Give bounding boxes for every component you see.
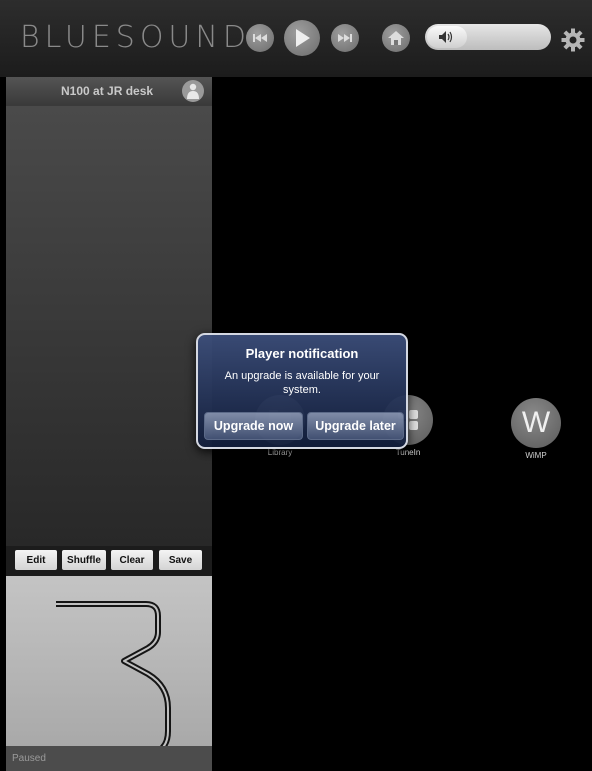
bluesound-logo: BLUESOUND® (20, 22, 259, 54)
home-icon (388, 31, 404, 45)
play-icon (296, 29, 310, 47)
zone-name: N100 at JR desk (61, 84, 154, 98)
zone-person-icon[interactable] (182, 80, 204, 102)
sidebar: N100 at JR desk Edit Shuffle Clear Save … (6, 77, 212, 771)
previous-icon (253, 34, 267, 42)
home-button[interactable] (382, 24, 410, 52)
volume-slider[interactable] (425, 24, 551, 50)
upgrade-later-button[interactable]: Upgrade later (307, 412, 404, 440)
upgrade-now-button[interactable]: Upgrade now (204, 412, 303, 440)
status-bar: Paused (6, 746, 212, 771)
queue-toolbar: Edit Shuffle Clear Save (6, 546, 212, 576)
bluesound-b-logo (56, 601, 171, 746)
clear-button[interactable]: Clear (111, 550, 153, 570)
next-button[interactable] (331, 24, 359, 52)
volume-knob[interactable] (427, 26, 467, 48)
top-bar: BLUESOUND® (0, 0, 592, 77)
edit-button[interactable]: Edit (15, 550, 57, 570)
play-button[interactable] (284, 20, 320, 56)
logo-text: BLUESOUND (20, 20, 251, 55)
wimp-icon: W (511, 398, 561, 448)
wimp-glyph: W (521, 406, 551, 439)
dialog-title: Player notification (245, 346, 359, 361)
player-notification-dialog: Player notification An upgrade is availa… (196, 333, 408, 449)
play-queue[interactable] (6, 106, 212, 546)
album-art[interactable] (6, 576, 212, 746)
speaker-icon (439, 31, 453, 43)
source-label: Library (267, 448, 293, 457)
previous-button[interactable] (246, 24, 274, 52)
playback-status: Paused (12, 753, 46, 764)
next-icon (338, 34, 352, 42)
save-button[interactable]: Save (159, 550, 202, 570)
source-label: TuneIn (395, 448, 421, 457)
source-label: WiMP (525, 451, 547, 460)
source-wimp[interactable]: W WiMP (504, 398, 568, 460)
gear-icon[interactable] (561, 28, 585, 52)
shuffle-button[interactable]: Shuffle (62, 550, 106, 570)
dialog-message: An upgrade is available for your system. (224, 370, 380, 396)
zone-header[interactable]: N100 at JR desk (6, 77, 212, 105)
